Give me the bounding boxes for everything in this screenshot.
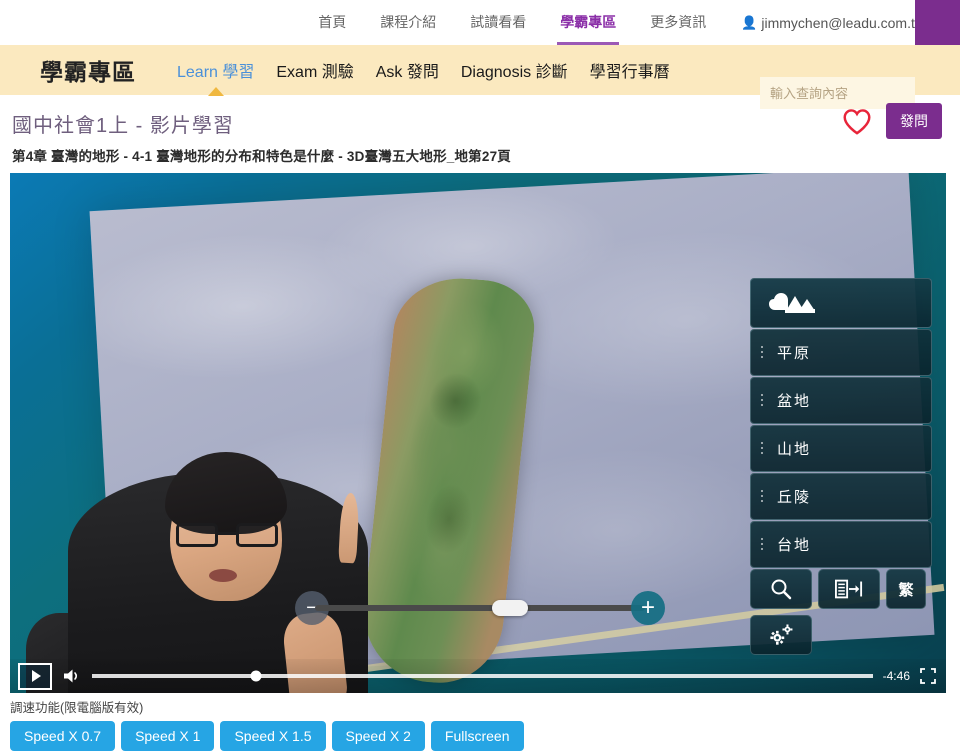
progress-handle[interactable] bbox=[250, 671, 261, 682]
speed-button-2[interactable]: Speed X 2 bbox=[332, 721, 425, 751]
page-title: 國中社會1上 - 影片學習 bbox=[12, 109, 960, 138]
volume-icon bbox=[62, 667, 82, 685]
landform-menu-item-hill[interactable]: 丘陵 bbox=[750, 473, 932, 520]
topnav-item-student-zone[interactable]: 學霸專區 bbox=[543, 0, 633, 45]
progress-bar[interactable] bbox=[92, 674, 873, 678]
landform-menu: 平原 盆地 山地 丘陵 台地 bbox=[750, 278, 932, 569]
page-subtitle-breadcrumb: 第4章 臺灣的地形 - 4-1 臺灣地形的分布和特色是什麼 - 3D臺灣五大地形… bbox=[12, 145, 960, 165]
heart-icon[interactable] bbox=[842, 108, 872, 135]
page-header: 國中社會1上 - 影片學習 第4章 臺灣的地形 - 4-1 臺灣地形的分布和特色… bbox=[0, 95, 960, 165]
page-actions: 發問 bbox=[842, 103, 942, 139]
search-icon[interactable] bbox=[750, 569, 812, 609]
playback-speed-section: 調速功能(限電腦版有效) Speed X 0.7 Speed X 1 Speed… bbox=[10, 697, 950, 751]
speed-button-1[interactable]: Speed X 1 bbox=[121, 721, 214, 751]
ask-question-button[interactable]: 發問 bbox=[886, 103, 942, 139]
user-icon: 👤 bbox=[741, 16, 757, 29]
subnav-item-calendar[interactable]: 學習行事曆 bbox=[579, 45, 681, 95]
video-tool-panel: 繁 bbox=[750, 569, 932, 661]
topnav-item-home[interactable]: 首頁 bbox=[301, 0, 363, 45]
speed-button-0-7[interactable]: Speed X 0.7 bbox=[10, 721, 115, 751]
sub-navigation-items: Learn 學習 Exam 測驗 Ask 發問 Diagnosis 診斷 學習行… bbox=[166, 45, 681, 95]
zoom-in-button[interactable]: + bbox=[631, 591, 665, 625]
settings-gear-icon[interactable] bbox=[750, 615, 812, 655]
speed-section-label: 調速功能(限電腦版有效) bbox=[10, 697, 950, 716]
landform-label: 丘陵 bbox=[777, 486, 811, 507]
fullscreen-icon bbox=[920, 668, 936, 684]
landform-menu-item-plain[interactable]: 平原 bbox=[750, 329, 932, 376]
zoom-slider-handle[interactable] bbox=[492, 600, 528, 616]
user-email-label: jimmychen@leadu.com.tw bbox=[761, 15, 925, 31]
topnav-item-more-info[interactable]: 更多資訊 bbox=[633, 0, 723, 45]
teacher-mouth bbox=[209, 569, 237, 582]
panel-collapse-icon[interactable] bbox=[818, 569, 880, 609]
landform-label: 山地 bbox=[777, 438, 811, 459]
landform-menu-header[interactable] bbox=[750, 278, 932, 328]
map-zoom-slider[interactable]: − + bbox=[295, 591, 665, 625]
section-brand-title: 學霸專區 bbox=[40, 53, 136, 87]
speed-button-row: Speed X 0.7 Speed X 1 Speed X 1.5 Speed … bbox=[10, 721, 950, 751]
topnav-item-trial[interactable]: 試讀看看 bbox=[453, 0, 543, 45]
landform-label: 平原 bbox=[777, 342, 811, 363]
subnav-item-learn[interactable]: Learn 學習 bbox=[166, 45, 265, 95]
landform-menu-item-basin[interactable]: 盆地 bbox=[750, 377, 932, 424]
zoom-slider-track[interactable] bbox=[315, 605, 645, 611]
mountain-cloud-icon bbox=[769, 290, 815, 316]
video-frame: 平原 盆地 山地 丘陵 台地 bbox=[10, 173, 946, 693]
landform-menu-item-mountain[interactable]: 山地 bbox=[750, 425, 932, 472]
landform-label: 盆地 bbox=[777, 390, 811, 411]
time-remaining-label: -4:46 bbox=[883, 669, 910, 683]
volume-button[interactable] bbox=[62, 667, 82, 685]
landform-label: 台地 bbox=[777, 534, 811, 555]
top-navigation-bar: 首頁 課程介紹 試讀看看 學霸專區 更多資訊 👤 jimmychen@leadu… bbox=[0, 0, 960, 45]
user-account-menu[interactable]: 👤 jimmychen@leadu.com.tw bbox=[723, 15, 925, 31]
play-icon bbox=[32, 670, 41, 682]
language-toggle-button[interactable]: 繁 bbox=[886, 569, 926, 609]
subnav-item-ask[interactable]: Ask 發問 bbox=[365, 45, 450, 95]
speed-button-1-5[interactable]: Speed X 1.5 bbox=[220, 721, 325, 751]
fullscreen-speed-button[interactable]: Fullscreen bbox=[431, 721, 524, 751]
purple-corner-decoration bbox=[915, 0, 960, 45]
sub-navigation-bar: 學霸專區 Learn 學習 Exam 測驗 Ask 發問 Diagnosis 診… bbox=[0, 45, 960, 95]
play-button[interactable] bbox=[18, 663, 52, 690]
teacher-glasses bbox=[176, 523, 278, 547]
subnav-item-diagnosis[interactable]: Diagnosis 診斷 bbox=[450, 45, 579, 95]
fullscreen-button[interactable] bbox=[920, 668, 936, 684]
topnav-item-course-intro[interactable]: 課程介紹 bbox=[363, 0, 453, 45]
video-control-bar: -4:46 bbox=[10, 659, 946, 693]
subnav-item-exam[interactable]: Exam 測驗 bbox=[265, 45, 364, 95]
video-player[interactable]: 平原 盆地 山地 丘陵 台地 bbox=[10, 173, 946, 693]
landform-menu-item-terrace[interactable]: 台地 bbox=[750, 521, 932, 568]
